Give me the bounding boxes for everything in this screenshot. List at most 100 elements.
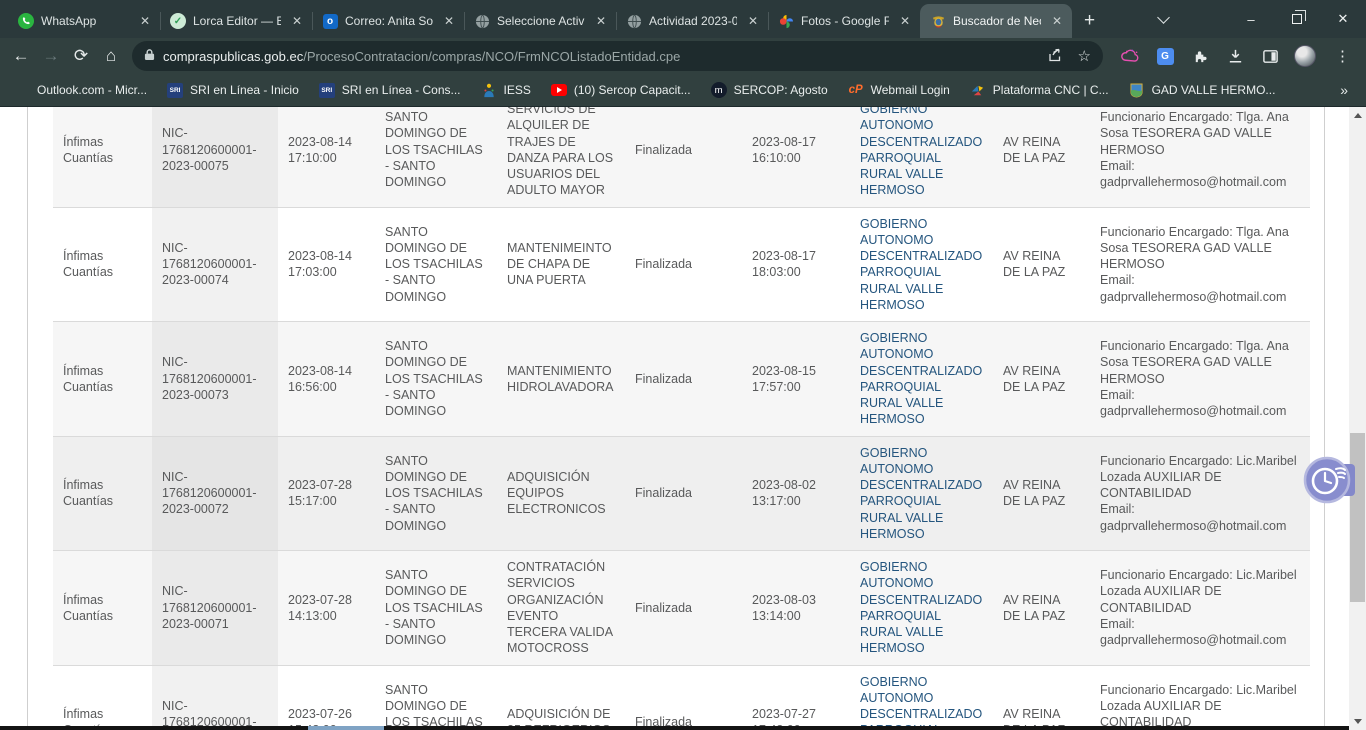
cell-entidad-link[interactable]: GOBIERNO AUTONOMO DESCENTRALIZADO PARROQ… xyxy=(850,551,993,666)
funcionario-text: Funcionario Encargado: Tlga. Ana Sosa TE… xyxy=(1100,110,1289,157)
browser-menu-kebab-icon[interactable]: ⋮ xyxy=(1329,47,1356,65)
forward-button[interactable]: → xyxy=(36,41,66,71)
tab-whatsapp[interactable]: WhatsApp ✕ xyxy=(8,4,160,38)
close-window-button[interactable]: ✕ xyxy=(1320,0,1366,38)
tab-search-chevron-icon[interactable] xyxy=(1157,11,1170,24)
cell-entidad-link[interactable]: GOBIERNO AUTONOMO DESCENTRALIZADO PARROQ… xyxy=(850,665,993,726)
funcionario-text: Funcionario Encargado: Lic.Maribel Lozad… xyxy=(1100,454,1297,501)
cell-codigo-proceso: NIC-1768120600001-2023-00072 xyxy=(152,436,278,551)
back-button[interactable]: ← xyxy=(6,41,36,71)
cell-ubicacion: SANTO DOMINGO DE LOS TSACHILAS - SANTO D… xyxy=(375,665,497,726)
extensions-area: G ⋮ xyxy=(1111,45,1360,67)
cell-funcionario: Funcionario Encargado: Tlga. Ana Sosa TE… xyxy=(1090,322,1310,437)
cell-entidad-link[interactable]: GOBIERNO AUTONOMO DESCENTRALIZADO PARROQ… xyxy=(850,207,993,322)
bookmark-sercop-capacita[interactable]: (10) Sercop Capacit... xyxy=(551,82,691,98)
bookmark-star-icon[interactable]: ☆ xyxy=(1078,47,1091,65)
close-tab-icon[interactable]: ✕ xyxy=(896,13,914,29)
lock-icon xyxy=(144,48,155,64)
reload-button[interactable]: ⟳ xyxy=(66,41,96,71)
table-row: Ínfimas Cuantías NIC-1768120600001-2023-… xyxy=(53,107,1310,207)
cell-tipo-contratacion: Ínfimas Cuantías xyxy=(53,322,152,437)
cell-funcionario: Funcionario Encargado: Lic.Maribel Lozad… xyxy=(1090,436,1310,551)
tab-buscador-active[interactable]: Buscador de Nec ✕ xyxy=(920,4,1072,38)
profile-avatar[interactable] xyxy=(1294,45,1316,67)
cell-entidad-link[interactable]: GOBIERNO AUTONOMO DESCENTRALIZADO PARROQ… xyxy=(850,107,993,207)
scroll-up-arrow[interactable] xyxy=(1349,107,1366,124)
cell-codigo-proceso: NIC-1768120600001-2023-00075 xyxy=(152,107,278,207)
cell-ubicacion: SANTO DOMINGO DE LOS TSACHILAS - SANTO D… xyxy=(375,551,497,666)
tab-actividad-2023[interactable]: Actividad 2023-0 ✕ xyxy=(616,4,768,38)
sri-icon: SRI xyxy=(319,82,335,98)
cell-fecha-fin: 2023-08-17 16:10:00 xyxy=(742,107,850,207)
content-right-border xyxy=(1324,107,1325,726)
funcionario-text: Funcionario Encargado: Lic.Maribel Lozad… xyxy=(1100,683,1297,726)
cell-objeto-proceso: MANTENIMEINTO DE CHAPA DE UNA PUERTA xyxy=(497,207,625,322)
close-tab-icon[interactable]: ✕ xyxy=(744,13,762,29)
extensions-puzzle-icon[interactable] xyxy=(1189,45,1211,67)
google-translate-icon[interactable]: G xyxy=(1154,45,1176,67)
bookmark-webmail[interactable]: cP Webmail Login xyxy=(848,82,950,98)
bookmark-iess[interactable]: IESS xyxy=(481,82,531,98)
close-tab-icon[interactable]: ✕ xyxy=(288,13,306,29)
side-panel-icon[interactable] xyxy=(1259,45,1281,67)
floating-timer-widget[interactable] xyxy=(1303,456,1357,504)
bookmarks-overflow-chevron[interactable]: » xyxy=(1340,82,1352,98)
close-tab-icon[interactable]: ✕ xyxy=(592,13,610,29)
bookmark-plataforma-cnc[interactable]: Plataforma CNC | C... xyxy=(970,82,1109,98)
home-button[interactable]: ⌂ xyxy=(96,41,126,71)
page-scrollbar[interactable] xyxy=(1349,107,1366,730)
url-path: /ProcesoContratacion/compras/NCO/FrmNCOL… xyxy=(303,49,1037,64)
cell-entidad-link[interactable]: GOBIERNO AUTONOMO DESCENTRALIZADO PARROQ… xyxy=(850,322,993,437)
restore-button[interactable] xyxy=(1274,0,1320,38)
cell-tipo-contratacion: Ínfimas Cuantías xyxy=(53,665,152,726)
bookmark-sri-inicio[interactable]: SRI SRI en Línea - Inicio xyxy=(167,82,299,98)
tab-google-fotos[interactable]: Fotos - Google F ✕ xyxy=(768,4,920,38)
bookmark-sri-consultas[interactable]: SRI SRI en Línea - Cons... xyxy=(319,82,461,98)
cell-funcionario: Funcionario Encargado: Tlga. Ana Sosa TE… xyxy=(1090,207,1310,322)
bookmark-gad-valle-hermoso[interactable]: GAD VALLE HERMO... xyxy=(1129,82,1276,98)
cpanel-icon: cP xyxy=(848,82,864,98)
url-domain: compraspublicas.gob.ec xyxy=(163,49,303,64)
tab-correo[interactable]: o Correo: Anita Sos ✕ xyxy=(312,4,464,38)
cloud-extension-icon[interactable] xyxy=(1119,45,1141,67)
close-tab-icon[interactable]: ✕ xyxy=(1048,13,1066,29)
address-bar[interactable]: compraspublicas.gob.ec /ProcesoContratac… xyxy=(132,41,1103,71)
close-tab-icon[interactable]: ✕ xyxy=(440,13,458,29)
new-tab-button[interactable]: + xyxy=(1072,10,1105,38)
cell-codigo-proceso: NIC-1768120600001-2023-00074 xyxy=(152,207,278,322)
cell-fecha-fin: 2023-07-27 17:48:00 xyxy=(742,665,850,726)
minimize-button[interactable]: – xyxy=(1228,0,1274,38)
table-row: Ínfimas Cuantías NIC-1768120600001-2023-… xyxy=(53,322,1310,437)
cell-tipo-contratacion: Ínfimas Cuantías xyxy=(53,436,152,551)
close-tab-icon[interactable]: ✕ xyxy=(136,13,154,29)
bookmarks-bar: Outlook.com - Micr... SRI SRI en Línea -… xyxy=(0,74,1366,107)
cell-fecha-fin: 2023-08-17 18:03:00 xyxy=(742,207,850,322)
cell-estado: Finalizada xyxy=(625,322,742,437)
cell-codigo-proceso: NIC-1768120600001-2023-00070 xyxy=(152,665,278,726)
share-icon[interactable] xyxy=(1048,47,1064,66)
cell-fecha-fin: 2023-08-02 13:17:00 xyxy=(742,436,850,551)
cell-codigo-proceso: NIC-1768120600001-2023-00071 xyxy=(152,551,278,666)
downloads-icon[interactable] xyxy=(1224,45,1246,67)
cell-ubicacion: SANTO DOMINGO DE LOS TSACHILAS - SANTO D… xyxy=(375,107,497,207)
cell-direccion: AV REINA DE LA PAZ xyxy=(993,551,1090,666)
funcionario-text: Funcionario Encargado: Tlga. Ana Sosa TE… xyxy=(1100,339,1289,386)
whatsapp-icon xyxy=(18,13,34,29)
cell-estado: Finalizada xyxy=(625,107,742,207)
cell-entidad-link[interactable]: GOBIERNO AUTONOMO DESCENTRALIZADO PARROQ… xyxy=(850,436,993,551)
cell-fecha-inicio: 2023-07-28 14:13:00 xyxy=(278,551,375,666)
cell-ubicacion: SANTO DOMINGO DE LOS TSACHILAS - SANTO D… xyxy=(375,322,497,437)
bookmark-outlook[interactable]: Outlook.com - Micr... xyxy=(14,82,147,98)
cell-direccion: AV REINA DE LA PAZ xyxy=(993,665,1090,726)
scroll-down-arrow[interactable] xyxy=(1349,713,1366,730)
content-left-border xyxy=(27,107,28,726)
globe-icon xyxy=(474,13,490,29)
cell-codigo-proceso: NIC-1768120600001-2023-00073 xyxy=(152,322,278,437)
tab-lorca-editor[interactable]: ✓ Lorca Editor — El ✕ xyxy=(160,4,312,38)
bookmark-sercop-agosto[interactable]: m SERCOP: Agosto xyxy=(711,82,828,98)
tab-seleccione-actividad[interactable]: Seleccione Activi ✕ xyxy=(464,4,616,38)
cell-objeto-proceso: ADQUISICIÓN EQUIPOS ELECTRONICOS xyxy=(497,436,625,551)
cell-funcionario: Funcionario Encargado: Lic.Maribel Lozad… xyxy=(1090,551,1310,666)
cell-ubicacion: SANTO DOMINGO DE LOS TSACHILAS - SANTO D… xyxy=(375,436,497,551)
cell-direccion: AV REINA DE LA PAZ xyxy=(993,436,1090,551)
